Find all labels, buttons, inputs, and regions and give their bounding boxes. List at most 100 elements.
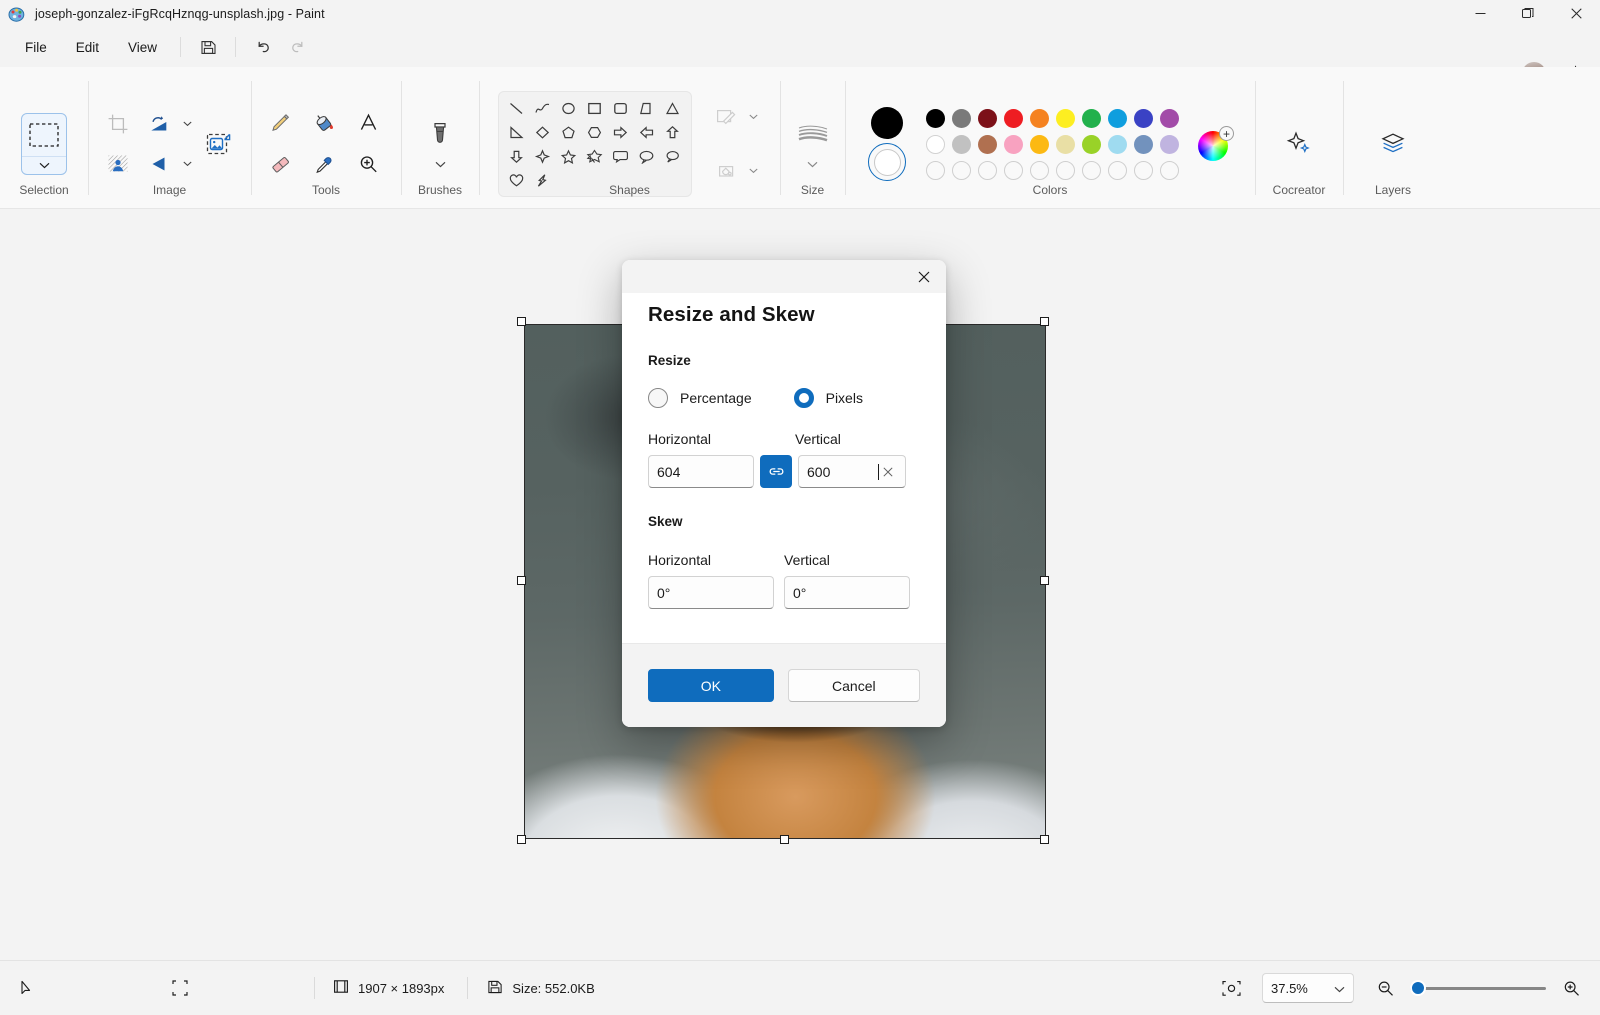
color-swatch[interactable] — [948, 131, 974, 157]
selection-tool-button[interactable] — [21, 113, 67, 175]
secondary-color-swatch[interactable] — [868, 143, 906, 181]
color-swatch[interactable] — [974, 105, 1000, 131]
color-swatch[interactable] — [1052, 105, 1078, 131]
chevron-down-icon[interactable] — [746, 98, 762, 136]
selection-handle-bottom-center[interactable] — [780, 835, 789, 844]
brush-icon[interactable] — [420, 115, 460, 155]
shape-right-arrow[interactable] — [609, 121, 633, 143]
shape-five-point-star[interactable] — [557, 145, 581, 167]
pencil-icon[interactable] — [260, 102, 300, 142]
flip-icon[interactable] — [140, 144, 180, 184]
color-swatch[interactable] — [922, 105, 948, 131]
close-button[interactable] — [1552, 0, 1600, 27]
color-swatch[interactable] — [1130, 131, 1156, 157]
shape-right-triangle[interactable] — [635, 97, 659, 119]
zoom-slider[interactable] — [1410, 978, 1546, 998]
shape-triangle[interactable] — [661, 97, 685, 119]
shape-rounded-callout[interactable] — [609, 145, 633, 167]
shape-oval[interactable] — [557, 97, 581, 119]
primary-color-swatch[interactable] — [871, 107, 903, 139]
radio-pixels[interactable]: Pixels — [794, 388, 863, 408]
link-aspect-ratio-icon[interactable] — [760, 455, 792, 488]
rotate-icon[interactable] — [140, 104, 180, 144]
color-swatch[interactable] — [1000, 105, 1026, 131]
shape-hexagon[interactable] — [583, 121, 607, 143]
eraser-icon[interactable] — [260, 144, 300, 184]
shape-curve[interactable] — [531, 97, 555, 119]
chevron-down-icon[interactable] — [746, 152, 762, 190]
chevron-down-icon[interactable] — [180, 105, 196, 143]
color-swatch-empty[interactable] — [1000, 157, 1026, 183]
shape-up-arrow[interactable] — [661, 121, 685, 143]
brush-size-icon[interactable] — [793, 115, 833, 155]
selection-handle-top-right[interactable] — [1040, 317, 1049, 326]
redo-icon[interactable] — [280, 32, 314, 62]
shapes-gallery[interactable] — [498, 91, 692, 197]
ok-button[interactable]: OK — [648, 669, 774, 702]
fit-to-window-icon[interactable] — [1216, 973, 1246, 1003]
color-swatch[interactable] — [1052, 131, 1078, 157]
menu-edit[interactable]: Edit — [63, 35, 112, 60]
menu-view[interactable]: View — [115, 35, 170, 60]
selection-handle-bottom-left[interactable] — [517, 835, 526, 844]
color-swatch-empty[interactable] — [1130, 157, 1156, 183]
layers-icon[interactable] — [1373, 124, 1413, 164]
skew-horizontal-input[interactable]: 0° — [648, 576, 774, 609]
color-swatch-empty[interactable] — [974, 157, 1000, 183]
shape-left-arrow[interactable] — [635, 121, 659, 143]
text-icon[interactable] — [348, 102, 388, 142]
color-swatch[interactable] — [1078, 131, 1104, 157]
shape-six-point-star[interactable] — [583, 145, 607, 167]
fill-bucket-icon[interactable] — [304, 102, 344, 142]
save-icon[interactable] — [191, 32, 225, 62]
minimize-button[interactable] — [1456, 0, 1504, 27]
color-swatch-empty[interactable] — [948, 157, 974, 183]
maximize-button[interactable] — [1504, 0, 1552, 27]
color-swatch-empty[interactable] — [1052, 157, 1078, 183]
color-swatch[interactable] — [1104, 105, 1130, 131]
remove-background-icon[interactable] — [98, 144, 138, 184]
color-swatch[interactable] — [1026, 131, 1052, 157]
zoom-out-icon[interactable] — [1370, 973, 1400, 1003]
color-swatch[interactable] — [922, 131, 948, 157]
skew-vertical-input[interactable]: 0° — [784, 576, 910, 609]
color-swatch[interactable] — [1104, 131, 1130, 157]
shape-rounded-rectangle[interactable] — [609, 97, 633, 119]
resize-image-icon[interactable] — [198, 122, 242, 166]
color-swatch-empty[interactable] — [1104, 157, 1130, 183]
menu-file[interactable]: File — [12, 35, 60, 60]
color-palette[interactable] — [922, 105, 1182, 183]
eyedropper-icon[interactable] — [304, 144, 344, 184]
selection-handle-top-left[interactable] — [517, 317, 526, 326]
edit-colors-button[interactable]: + — [1198, 127, 1232, 161]
color-swatch[interactable] — [1156, 105, 1182, 131]
shape-oval-callout[interactable] — [635, 145, 659, 167]
zoom-in-icon[interactable] — [1556, 973, 1586, 1003]
color-swatch[interactable] — [948, 105, 974, 131]
shape-diamond[interactable] — [531, 121, 555, 143]
shape-scalene-triangle[interactable] — [505, 121, 529, 143]
crop-icon[interactable] — [98, 104, 138, 144]
selection-handle-bottom-right[interactable] — [1040, 835, 1049, 844]
cancel-button[interactable]: Cancel — [788, 669, 920, 702]
chevron-down-icon[interactable] — [180, 145, 196, 183]
shape-pentagon[interactable] — [557, 121, 581, 143]
selection-handle-middle-right[interactable] — [1040, 576, 1049, 585]
shape-four-point-star[interactable] — [531, 145, 555, 167]
color-swatch[interactable] — [1000, 131, 1026, 157]
shape-down-arrow[interactable] — [505, 145, 529, 167]
zoom-slider-thumb[interactable] — [1410, 980, 1426, 996]
color-swatch-empty[interactable] — [922, 157, 948, 183]
color-swatch[interactable] — [1130, 105, 1156, 131]
undo-icon[interactable] — [246, 32, 280, 62]
cocreator-icon[interactable] — [1279, 124, 1319, 164]
close-icon[interactable] — [902, 260, 946, 293]
color-swatch[interactable] — [1026, 105, 1052, 131]
resize-vertical-input[interactable]: 600 — [798, 455, 906, 488]
color-swatch[interactable] — [1078, 105, 1104, 131]
shape-rectangle[interactable] — [583, 97, 607, 119]
shape-cloud-callout[interactable] — [661, 145, 685, 167]
color-swatch-empty[interactable] — [1156, 157, 1182, 183]
radio-percentage[interactable]: Percentage — [648, 388, 752, 408]
shape-lightning[interactable] — [531, 169, 555, 191]
